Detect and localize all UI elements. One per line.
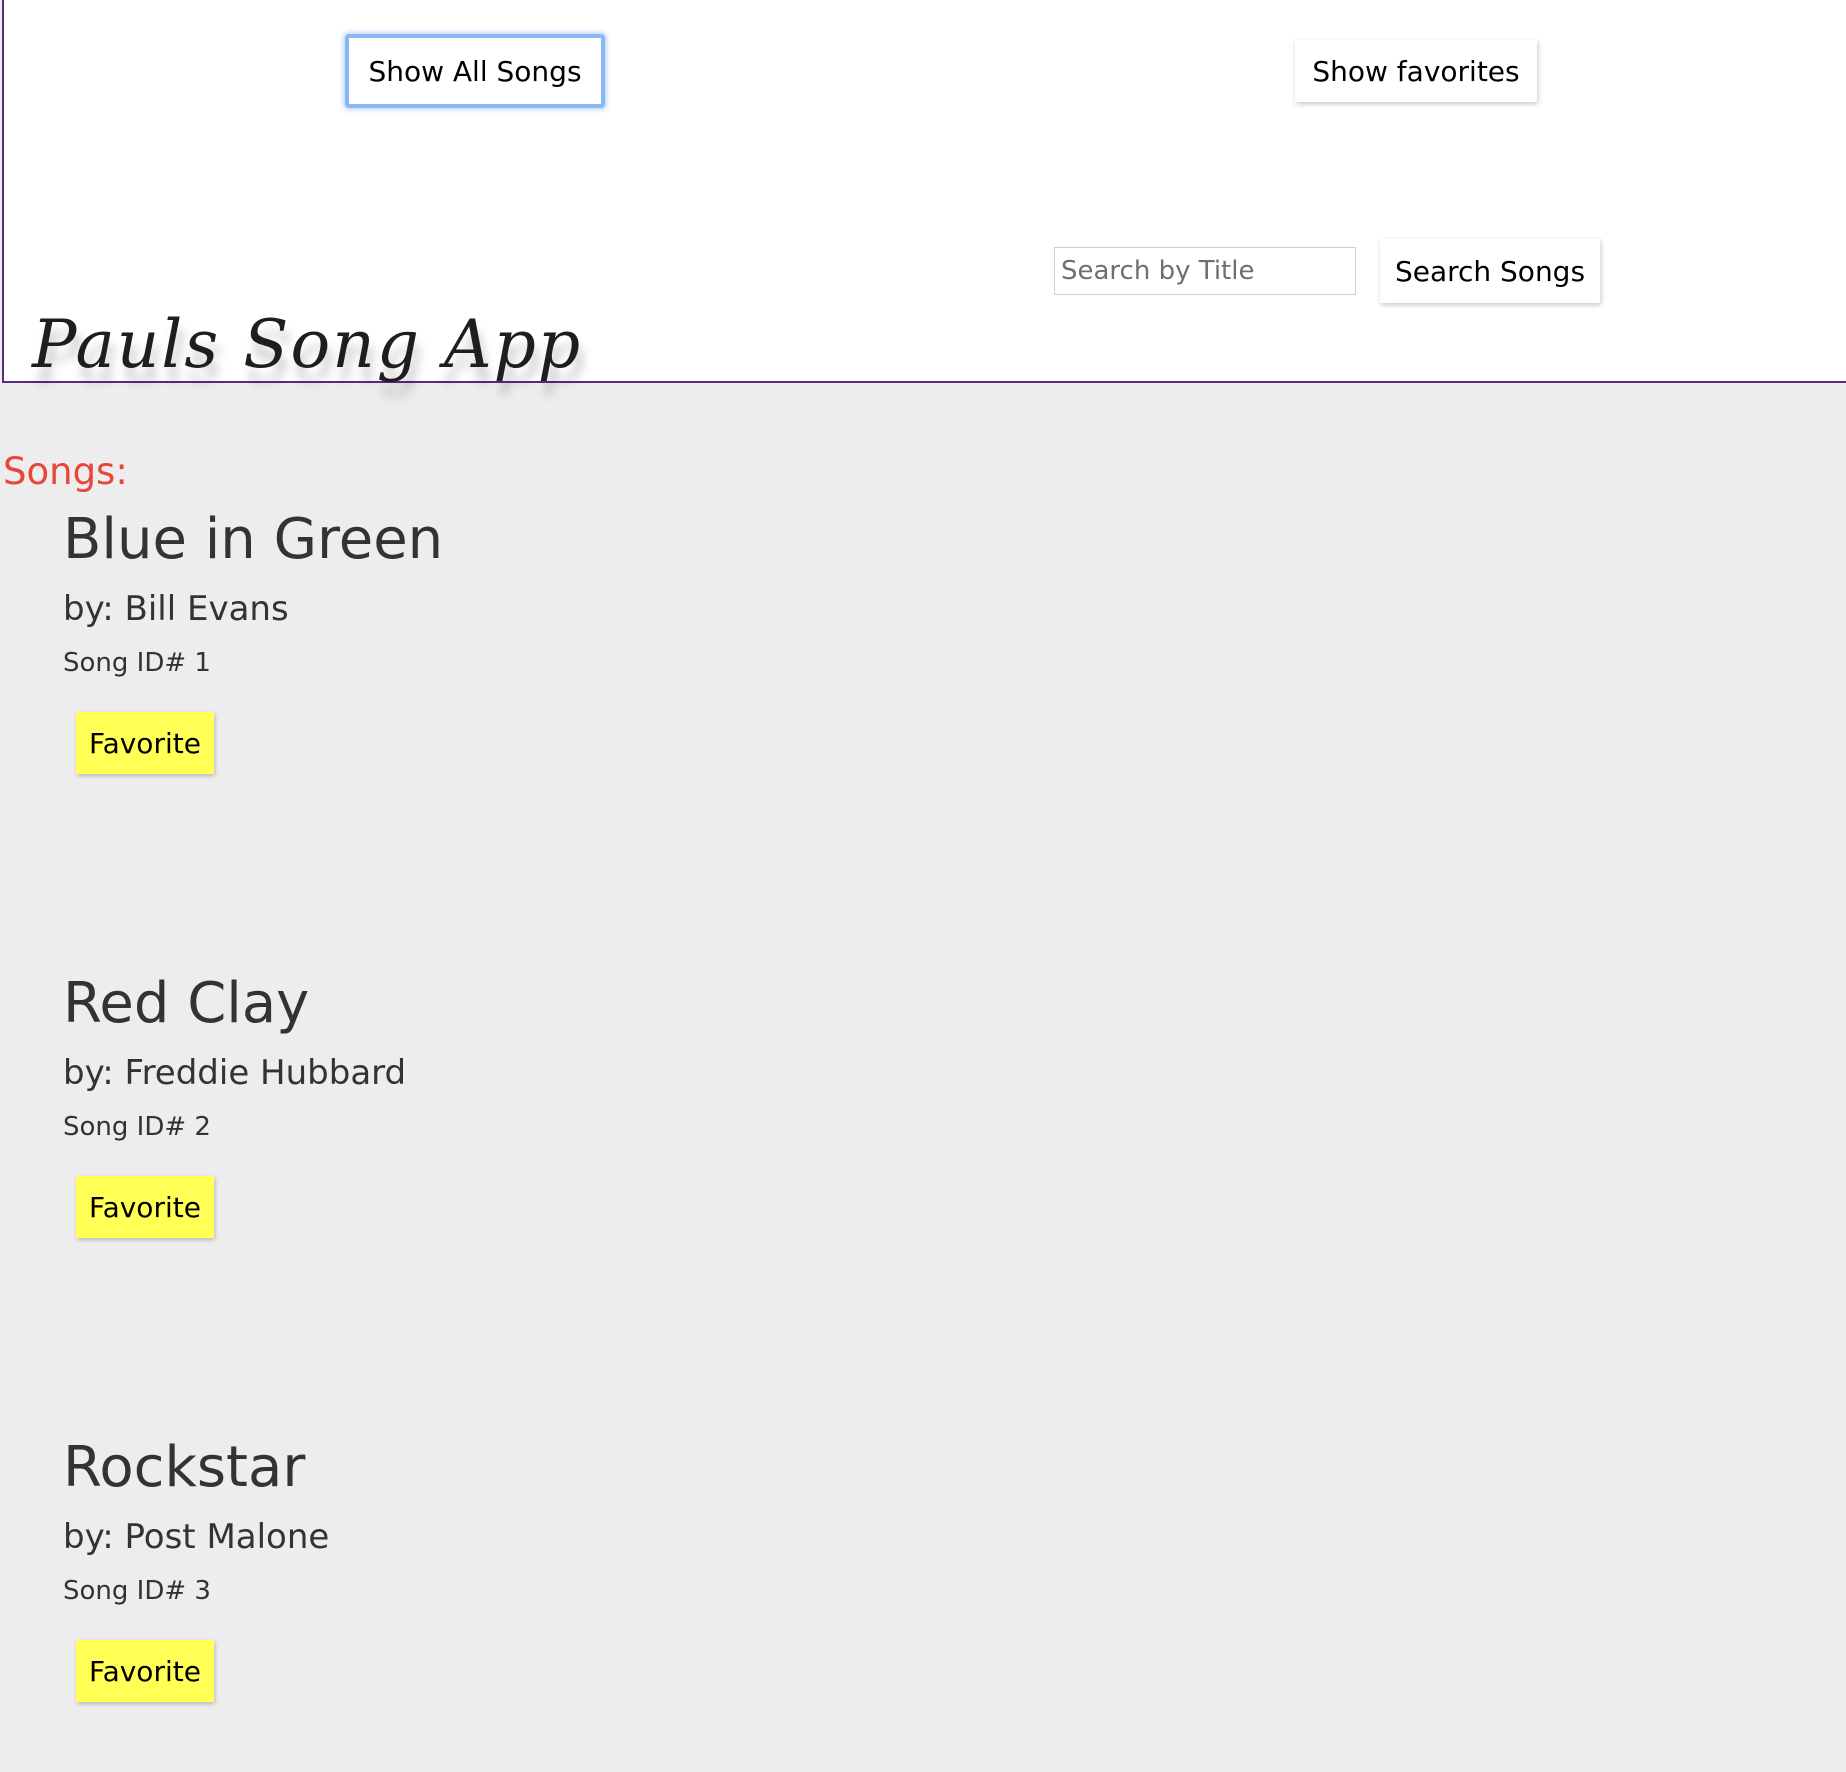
song-title: Blue in Green: [63, 507, 444, 572]
search-input[interactable]: [1054, 247, 1356, 295]
favorite-button[interactable]: Favorite: [76, 712, 214, 774]
song-artist: by: Post Malone: [63, 1517, 330, 1557]
song-artist: by: Freddie Hubbard: [63, 1053, 407, 1093]
search-songs-button[interactable]: Search Songs: [1380, 239, 1600, 303]
song-id: Song ID# 3: [63, 1576, 211, 1606]
song-title: Rockstar: [63, 1435, 306, 1500]
song-title: Red Clay: [63, 971, 310, 1036]
song-id: Song ID# 2: [63, 1112, 211, 1142]
favorite-button[interactable]: Favorite: [76, 1176, 214, 1238]
show-all-songs-button[interactable]: Show All Songs: [345, 34, 605, 108]
songs-heading: Songs:: [3, 450, 128, 493]
song-artist: by: Bill Evans: [63, 589, 289, 629]
song-id: Song ID# 1: [63, 648, 211, 678]
app-header: Show All Songs Show favorites Search Son…: [2, 0, 1846, 383]
app-title: Pauls Song App: [32, 306, 583, 383]
favorite-button[interactable]: Favorite: [76, 1640, 214, 1702]
show-favorites-button[interactable]: Show favorites: [1295, 40, 1537, 102]
